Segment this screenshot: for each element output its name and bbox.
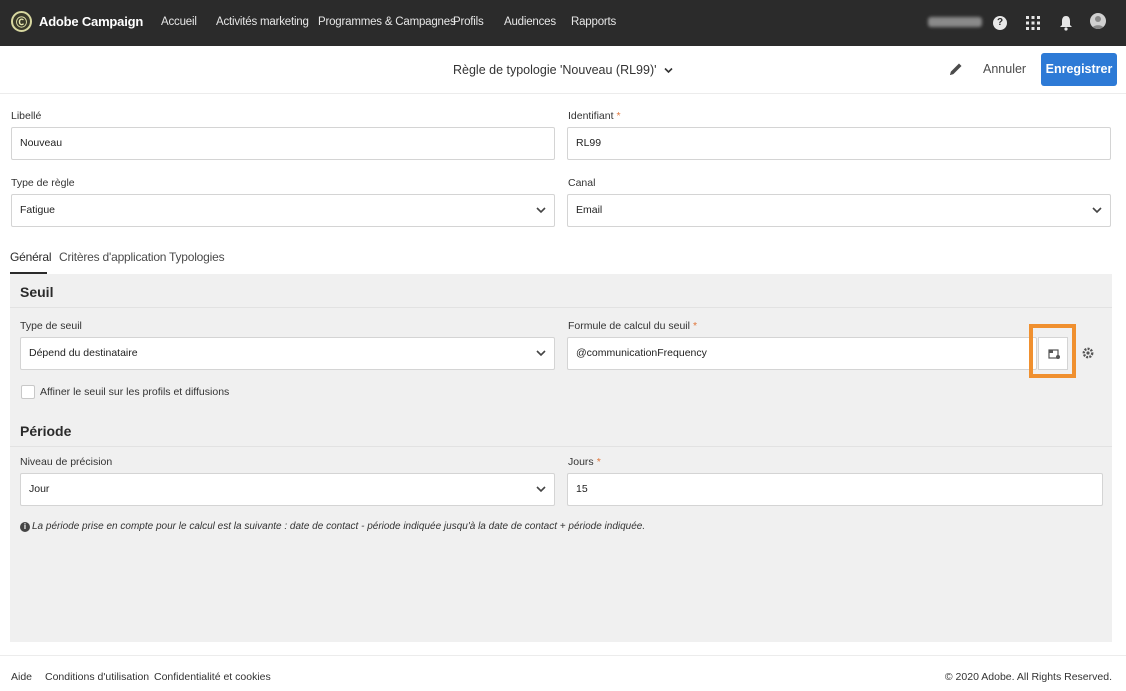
jours-input[interactable]: 15 xyxy=(567,473,1103,506)
jours-label-text: Jours xyxy=(568,456,594,468)
cancel-button[interactable]: Annuler xyxy=(983,62,1026,76)
footer-link-conditions[interactable]: Conditions d'utilisation xyxy=(45,671,149,683)
periode-info-note: i La période prise en compte pour le cal… xyxy=(20,521,645,532)
identifiant-input[interactable]: RL99 xyxy=(567,127,1111,160)
page-title-text: Règle de typologie 'Nouveau (RL99)' xyxy=(453,63,657,77)
nav-programmes-campagnes[interactable]: Programmes & Campagnes xyxy=(318,16,456,28)
top-nav-bar: Ⓒ Adobe Campaign Accueil Activités marke… xyxy=(0,0,1126,46)
nav-audiences[interactable]: Audiences xyxy=(504,16,556,28)
apps-grid-icon[interactable] xyxy=(1026,16,1040,30)
niveau-precision-value: Jour xyxy=(29,483,50,495)
section-divider xyxy=(10,446,1112,447)
canal-label: Canal xyxy=(568,177,596,189)
required-asterisk: * xyxy=(692,320,698,332)
chevron-down-icon xyxy=(536,350,546,357)
libelle-input[interactable]: Nouveau xyxy=(11,127,555,160)
save-button[interactable]: Enregistrer xyxy=(1041,53,1117,86)
general-tab-panel xyxy=(10,274,1112,642)
nav-activites-marketing[interactable]: Activités marketing xyxy=(216,16,309,28)
jours-label: Jours * xyxy=(568,456,601,468)
chevron-down-icon xyxy=(536,207,546,214)
help-icon[interactable]: ? xyxy=(993,16,1007,30)
nav-accueil[interactable]: Accueil xyxy=(161,16,197,28)
chevron-down-icon xyxy=(536,486,546,493)
required-asterisk: * xyxy=(596,456,601,468)
required-asterisk: * xyxy=(616,110,621,122)
tab-criteres-application[interactable]: Critères d'application xyxy=(59,250,166,264)
footer: Aide Conditions d'utilisation Confidenti… xyxy=(0,655,1126,691)
page-header: Règle de typologie 'Nouveau (RL99)' Annu… xyxy=(0,46,1126,94)
adobe-campaign-logo-icon: Ⓒ xyxy=(11,11,32,32)
footer-link-aide[interactable]: Aide xyxy=(11,671,32,683)
settings-button[interactable] xyxy=(1073,337,1103,370)
gear-icon xyxy=(1082,347,1094,359)
formule-seuil-label: Formule de calcul du seuil * xyxy=(568,320,697,332)
niveau-precision-label: Niveau de précision xyxy=(20,456,113,468)
type-regle-value: Fatigue xyxy=(20,204,56,216)
periode-info-text: La période prise en compte pour le calcu… xyxy=(32,521,646,532)
formule-seuil-label-text: Formule de calcul du seuil xyxy=(568,320,690,332)
notifications-bell-icon[interactable] xyxy=(1059,15,1073,31)
canal-select[interactable]: Email xyxy=(567,194,1111,227)
libelle-label: Libellé xyxy=(11,110,42,122)
info-icon: i xyxy=(20,521,30,532)
identifiant-label-text: Identifiant xyxy=(568,110,614,122)
brand[interactable]: Ⓒ Adobe Campaign xyxy=(11,11,143,32)
chevron-down-icon xyxy=(1092,207,1102,214)
tab-general[interactable]: Général xyxy=(10,250,51,264)
type-regle-label: Type de règle xyxy=(11,177,75,189)
formule-seuil-input[interactable]: @communicationFrequency xyxy=(567,337,1037,370)
highlight-box xyxy=(1029,324,1076,378)
type-regle-select[interactable]: Fatigue xyxy=(11,194,555,227)
type-seuil-label: Type de seuil xyxy=(20,320,82,332)
copyright: © 2020 Adobe. All Rights Reserved. xyxy=(944,671,1112,683)
identifiant-label: Identifiant * xyxy=(568,110,621,122)
pencil-edit-icon[interactable] xyxy=(948,61,964,77)
chevron-down-icon[interactable] xyxy=(664,67,673,74)
blurred-org-name[interactable] xyxy=(928,17,982,27)
tab-typologies[interactable]: Typologies xyxy=(169,250,225,264)
affiner-seuil-label[interactable]: Affiner le seuil sur les profils et diff… xyxy=(40,386,229,398)
canal-value: Email xyxy=(576,204,603,216)
type-seuil-value: Dépend du destinataire xyxy=(29,347,138,359)
brand-name: Adobe Campaign xyxy=(39,14,144,29)
user-avatar-icon[interactable] xyxy=(1090,13,1106,29)
section-divider xyxy=(10,307,1112,308)
type-seuil-select[interactable]: Dépend du destinataire xyxy=(20,337,555,370)
affiner-seuil-checkbox[interactable] xyxy=(21,385,35,399)
seuil-section-title: Seuil xyxy=(20,284,54,300)
nav-rapports[interactable]: Rapports xyxy=(571,16,616,28)
niveau-precision-select[interactable]: Jour xyxy=(20,473,555,506)
footer-link-confidentialite[interactable]: Confidentialité et cookies xyxy=(154,671,271,683)
periode-section-title: Période xyxy=(20,423,72,439)
nav-profils[interactable]: Profils xyxy=(453,16,484,28)
